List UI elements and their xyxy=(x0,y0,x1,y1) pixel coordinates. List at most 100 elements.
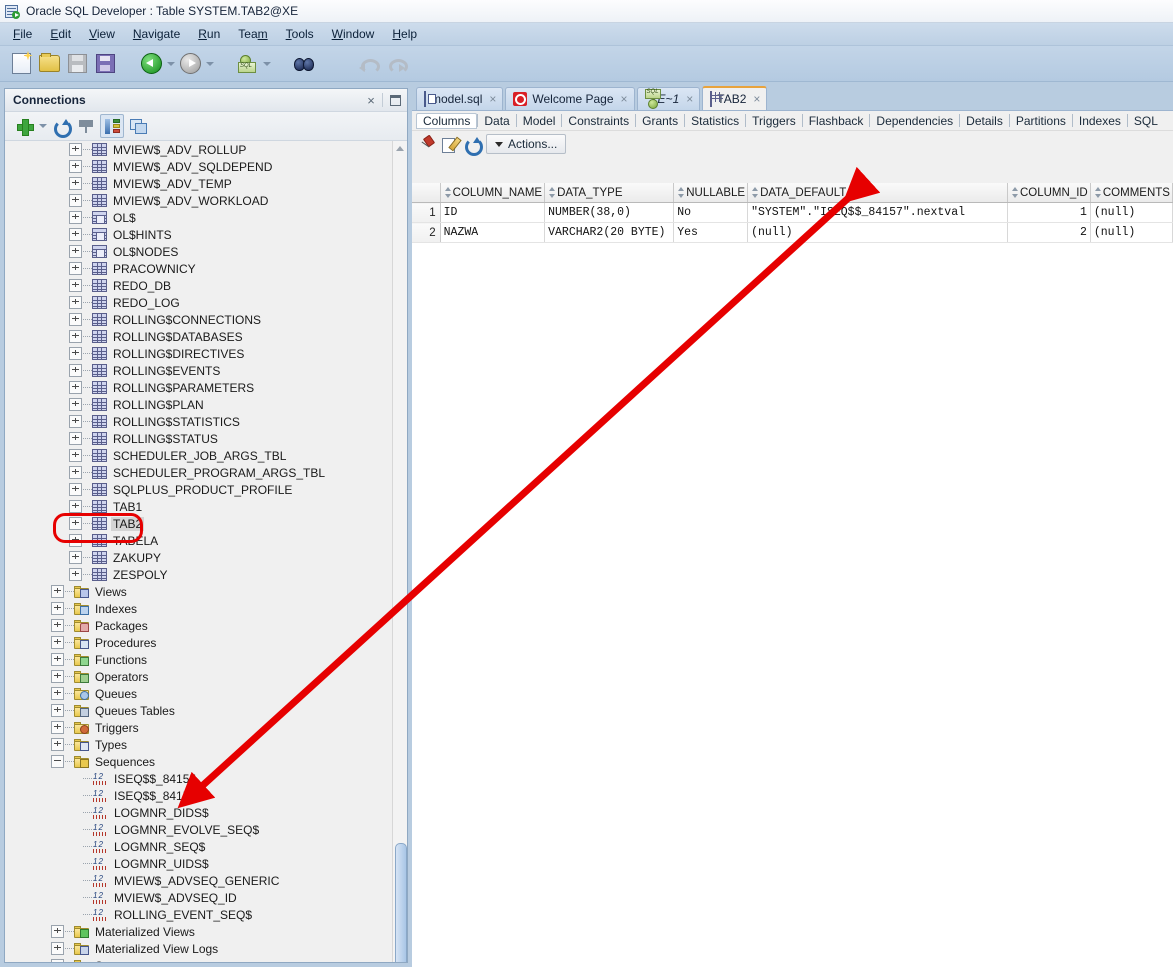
tree-item[interactable]: 12LOGMNR_DIDS$ xyxy=(5,804,393,821)
edit-icon[interactable] xyxy=(442,137,458,152)
tree-expand-toggle[interactable] xyxy=(51,687,64,700)
menu-file[interactable]: FFileile xyxy=(4,25,41,43)
tree-expand-toggle[interactable] xyxy=(51,653,64,666)
table-row[interactable]: 1IDNUMBER(38,0)No"SYSTEM"."ISEQ$$_84157"… xyxy=(412,203,1173,223)
tree-item[interactable]: ROLLING$STATUS xyxy=(5,430,393,447)
tree-item[interactable]: Materialized View Logs xyxy=(5,940,393,957)
tree-expand-toggle[interactable] xyxy=(69,262,82,275)
minimize-icon[interactable] xyxy=(387,93,403,107)
tree-item[interactable]: Operators xyxy=(5,668,393,685)
tree-item[interactable]: Materialized Views xyxy=(5,923,393,940)
cell-column_name[interactable]: ID xyxy=(440,203,544,223)
editor-tab[interactable]: XE~1× xyxy=(637,87,701,110)
tree-expand-toggle[interactable] xyxy=(69,296,82,309)
subtab-grants[interactable]: Grants xyxy=(636,113,684,129)
tree-item[interactable]: 12LOGMNR_SEQ$ xyxy=(5,838,393,855)
tree-item[interactable]: MVIEW$_ADV_WORKLOAD xyxy=(5,192,393,209)
tree-expand-toggle[interactable] xyxy=(51,602,64,615)
tree-expand-toggle[interactable] xyxy=(69,177,82,190)
cell-data_type[interactable]: VARCHAR2(20 BYTE) xyxy=(545,223,674,243)
refresh-button[interactable] xyxy=(50,115,72,137)
cell-column_id[interactable]: 1 xyxy=(1007,203,1090,223)
tree-expand-toggle[interactable] xyxy=(51,959,64,962)
tree-expand-toggle[interactable] xyxy=(69,143,82,156)
close-icon[interactable]: × xyxy=(753,92,760,106)
menu-run[interactable]: Run xyxy=(189,25,229,43)
tree-expand-toggle[interactable] xyxy=(69,381,82,394)
tree-item[interactable]: Functions xyxy=(5,651,393,668)
close-icon[interactable]: × xyxy=(489,92,496,106)
close-icon[interactable]: × xyxy=(621,92,628,106)
tree-expand-toggle[interactable] xyxy=(69,279,82,292)
tree-expand-toggle[interactable] xyxy=(69,313,82,326)
tree-item[interactable]: ROLLING$DIRECTIVES xyxy=(5,345,393,362)
tree-expand-toggle[interactable] xyxy=(69,466,82,479)
tree-item[interactable]: 12MVIEW$_ADVSEQ_GENERIC xyxy=(5,872,393,889)
menu-view[interactable]: View xyxy=(80,25,124,43)
tree-item[interactable]: Synonyms xyxy=(5,957,393,962)
tree-item[interactable]: ROLLING$STATISTICS xyxy=(5,413,393,430)
tree-item[interactable]: MVIEW$_ADV_ROLLUP xyxy=(5,141,393,158)
tree-item[interactable]: OL$HINTS xyxy=(5,226,393,243)
tree-expand-toggle[interactable] xyxy=(69,415,82,428)
collapse-all-button[interactable] xyxy=(127,115,149,137)
find-button[interactable] xyxy=(291,51,317,77)
menu-help[interactable]: Help xyxy=(383,25,426,43)
navigate-forward-button[interactable] xyxy=(177,51,203,77)
tree-item[interactable]: ROLLING$PARAMETERS xyxy=(5,379,393,396)
subtab-dependencies[interactable]: Dependencies xyxy=(870,113,959,129)
tree-expand-toggle[interactable] xyxy=(51,942,64,955)
subtab-triggers[interactable]: Triggers xyxy=(746,113,802,129)
tree-item[interactable]: Sequences xyxy=(5,753,393,770)
subtab-indexes[interactable]: Indexes xyxy=(1073,113,1127,129)
tree-item[interactable]: Queues Tables xyxy=(5,702,393,719)
new-connection-dropdown[interactable] xyxy=(38,115,47,137)
tree-expand-toggle[interactable] xyxy=(69,211,82,224)
tree-expand-toggle[interactable] xyxy=(69,194,82,207)
tree-expand-toggle[interactable] xyxy=(69,432,82,445)
scroll-up-icon[interactable] xyxy=(393,141,407,155)
tree-item[interactable]: 12ISEQ$$_84155 xyxy=(5,770,393,787)
tree-expand-toggle[interactable] xyxy=(69,330,82,343)
cell-data_default[interactable]: "SYSTEM"."ISEQ$$_84157".nextval xyxy=(748,203,1008,223)
subtab-data[interactable]: Data xyxy=(478,113,515,129)
cell-comments[interactable]: (null) xyxy=(1090,223,1172,243)
subtab-statistics[interactable]: Statistics xyxy=(685,113,745,129)
editor-tab[interactable]: model.sql× xyxy=(416,87,503,110)
filter-button[interactable] xyxy=(75,115,97,137)
tree-expand-toggle[interactable] xyxy=(69,398,82,411)
sql-worksheet-button[interactable] xyxy=(234,51,260,77)
menu-tools[interactable]: Tools xyxy=(277,25,323,43)
column-header-column_id[interactable]: COLUMN_ID xyxy=(1007,183,1090,203)
subtab-partitions[interactable]: Partitions xyxy=(1010,113,1072,129)
tree-expand-toggle[interactable] xyxy=(51,925,64,938)
tree-item[interactable]: Views xyxy=(5,583,393,600)
editor-tab[interactable]: TAB2× xyxy=(702,86,767,110)
column-header-comments[interactable]: COMMENTS xyxy=(1090,183,1172,203)
tree-expand-toggle[interactable] xyxy=(69,347,82,360)
save-button[interactable] xyxy=(64,51,90,77)
menu-window[interactable]: Window xyxy=(323,25,384,43)
tree-expand-toggle[interactable] xyxy=(51,721,64,734)
tree-item[interactable]: OL$ xyxy=(5,209,393,226)
column-header-data_default[interactable]: DATA_DEFAULT xyxy=(748,183,1008,203)
tree-item[interactable]: ZESPOLY xyxy=(5,566,393,583)
cell-comments[interactable]: (null) xyxy=(1090,203,1172,223)
columns-grid[interactable]: COLUMN_NAMEDATA_TYPENULLABLEDATA_DEFAULT… xyxy=(412,183,1173,967)
tree-item[interactable]: SQLPLUS_PRODUCT_PROFILE xyxy=(5,481,393,498)
tree-item[interactable]: Triggers xyxy=(5,719,393,736)
tree-scrollbar[interactable] xyxy=(392,141,407,962)
tree-item[interactable]: MVIEW$_ADV_TEMP xyxy=(5,175,393,192)
table-row[interactable]: 2NAZWAVARCHAR2(20 BYTE)Yes(null)2(null) xyxy=(412,223,1173,243)
tree-item[interactable]: Procedures xyxy=(5,634,393,651)
tree-item[interactable]: ROLLING$EVENTS xyxy=(5,362,393,379)
tree-item[interactable]: 12MVIEW$_ADVSEQ_ID xyxy=(5,889,393,906)
tree-item[interactable]: OL$NODES xyxy=(5,243,393,260)
menu-edit[interactable]: Edit xyxy=(41,25,80,43)
column-header-data_type[interactable]: DATA_TYPE xyxy=(545,183,674,203)
column-header-nullable[interactable]: NULLABLE xyxy=(674,183,748,203)
undo-button[interactable] xyxy=(355,51,381,77)
tree-expand-toggle[interactable] xyxy=(69,449,82,462)
save-all-button[interactable] xyxy=(92,51,118,77)
tree-item[interactable]: ZAKUPY xyxy=(5,549,393,566)
